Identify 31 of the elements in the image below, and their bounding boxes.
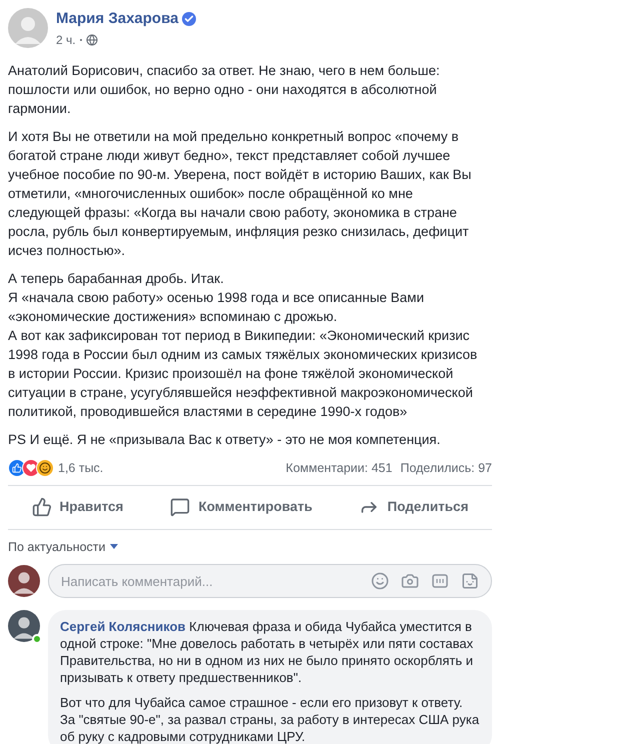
thumbs-up-icon xyxy=(32,497,52,518)
author-name[interactable]: Мария Захарова xyxy=(56,8,178,30)
comment-composer[interactable]: Написать комментарий... xyxy=(48,564,492,598)
post-text: PS И ещё. Я не «призывала Вас к ответу» - это не моя компетенция. xyxy=(8,430,442,448)
sticker-icon[interactable] xyxy=(461,572,479,590)
caret-icon xyxy=(110,544,118,550)
comment-field[interactable]: Написать комментарий... xyxy=(61,572,371,591)
action-button[interactable]: Поделиться xyxy=(347,492,480,522)
speech-bubble-icon xyxy=(170,497,190,518)
reaction-count[interactable]: 1,6 тыс. xyxy=(58,458,104,478)
comments-count[interactable]: Комментарии: 451 xyxy=(286,458,392,478)
camera-icon[interactable] xyxy=(401,572,419,590)
post-text: И хотя Вы не ответили на мой предельно конкретный вопрос «почему в богатой стране люди живут бедно», текст представляет собой лучшее учебное пособие по 90-м. Уверена, пост войдёт в историю Ваших, как Вы отметили, «многочисленных ошибок» после обращённой ко мне следующей фразы: «Когда вы начали свою работу, экономика в стране росла, рубль был конвертируемым, инфляция резко снизилась, дефицит исчез полностью». xyxy=(8,128,472,260)
avatar xyxy=(8,8,48,48)
commenter-name[interactable]: Сергей Колясников xyxy=(60,619,186,634)
post-text: А теперь барабанная дробь. Итак. xyxy=(8,270,225,288)
sort-dropdown[interactable]: По актуальности xyxy=(8,538,118,556)
action-button[interactable]: Нравится xyxy=(20,492,136,522)
post-text: Я «начала свою работу» осенью 1998 года и все описанные Вами «экономические достижения» вспоминаю с дрожью. xyxy=(8,288,425,326)
action-button[interactable]: Комментировать xyxy=(158,492,324,522)
emoji-icon[interactable] xyxy=(371,572,389,590)
avatar xyxy=(8,610,40,642)
shares-count[interactable]: Поделились: 97 xyxy=(400,458,492,478)
globe-icon xyxy=(86,34,98,46)
comment-text: Вот что для Чубайса самое страшное - если его призовут к ответу. За "святые 90-е", за развал страны, за работу в интересах США рука об руку с кадровыми сотрудниками ЦРУ. xyxy=(60,694,480,744)
comment-text: Сергей Колясников Ключевая фраза и обида Чубайса уместится в одной строке: "Мне довелось работать в четырёх или пяти составах Правительства, но ни в одном из них не было принято оскорблять и призывать к ответу предшественников". xyxy=(60,618,474,686)
reaction-icons[interactable] xyxy=(8,458,54,477)
post-text: А вот как зафиксирован тот период в Википедии: «Экономический кризис 1998 года в России был одним из самых тяжёлых экономических кризисов в истории России. Кризис произошёл на фоне тяжёлой экономической ситуации в стране, усугублявшейся неэффективной макроэкономической политикой, проводившейся властями в середине 1990-х годов» xyxy=(8,326,478,420)
avatar xyxy=(8,565,40,598)
post-time[interactable]: 2 ч. xyxy=(56,30,76,48)
post-text: Анатолий Борисович, спасибо за ответ. Не знаю, чего в нем больше: пошлости или ошибок, но верно одно - они находятся в абсолютной гармонии. xyxy=(8,62,441,118)
